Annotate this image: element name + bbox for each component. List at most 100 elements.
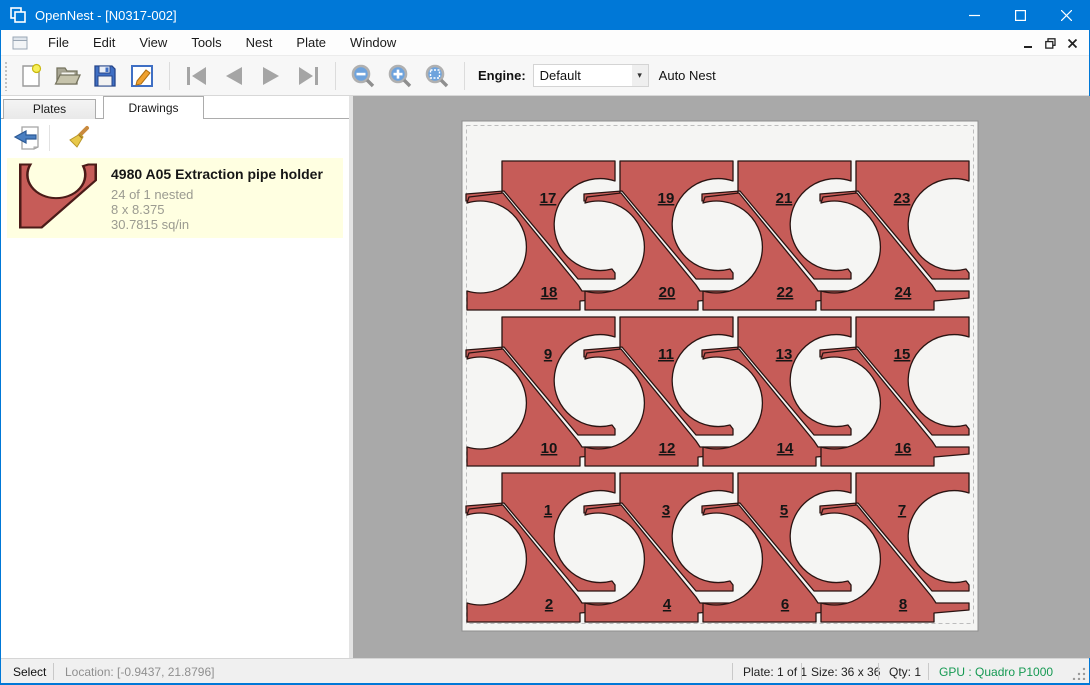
status-separator <box>928 663 929 680</box>
edit-nest-button[interactable] <box>127 61 157 91</box>
edit-icon <box>129 63 155 89</box>
open-folder-icon <box>54 63 82 89</box>
part-number-label: 21 <box>776 190 793 207</box>
drawing-nested-count: 24 of 1 nested <box>111 187 193 202</box>
part-number-label: 1 <box>544 502 552 519</box>
part-number-label: 23 <box>894 190 911 207</box>
part-number-label: 4 <box>663 596 672 613</box>
part-number-label: 15 <box>894 346 911 363</box>
drawing-size: 8 x 8.375 <box>111 202 165 217</box>
engine-value: Default <box>534 68 632 83</box>
mdi-child-icon <box>12 36 28 50</box>
part-number-label: 13 <box>776 346 793 363</box>
part-number-label: 17 <box>540 190 557 207</box>
tab-plates[interactable]: Plates <box>3 99 96 119</box>
part-number-label: 24 <box>895 284 912 301</box>
menu-tools[interactable]: Tools <box>179 30 233 55</box>
tab-strip: Plates Drawings <box>1 96 349 119</box>
part-number-label: 3 <box>662 502 670 519</box>
status-bar: Select Location: [-0.9437, 21.8796] Plat… <box>1 658 1089 683</box>
close-button[interactable] <box>1043 0 1089 30</box>
previous-plate-button[interactable] <box>219 61 249 91</box>
drawing-title: 4980 A05 Extraction pipe holder <box>111 166 323 182</box>
auto-nest-button[interactable]: Auto Nest <box>659 68 716 83</box>
status-mode: Select <box>13 665 46 679</box>
part-number-label: 19 <box>658 190 675 207</box>
nest-canvas[interactable]: 171819202122232491011121314151612345678 <box>353 96 1090 658</box>
application-window: OpenNest - [N0317-002] File Edit View To… <box>0 0 1090 685</box>
status-separator <box>878 663 879 680</box>
menu-edit[interactable]: Edit <box>81 30 127 55</box>
zoom-out-button[interactable] <box>348 61 378 91</box>
menu-plate[interactable]: Plate <box>284 30 338 55</box>
part-number-label: 7 <box>898 502 906 519</box>
title-bar[interactable]: OpenNest - [N0317-002] <box>1 0 1089 30</box>
part-number-label: 14 <box>777 440 794 457</box>
new-file-icon <box>18 63 44 89</box>
last-plate-button[interactable] <box>293 61 323 91</box>
mdi-minimize-icon <box>1024 39 1033 48</box>
import-drawing-button[interactable] <box>11 124 43 152</box>
menu-file[interactable]: File <box>36 30 81 55</box>
part-number-label: 2 <box>545 596 553 613</box>
first-plate-button[interactable] <box>182 61 212 91</box>
part-number-label: 11 <box>658 346 674 363</box>
app-icon <box>10 7 26 23</box>
part-number-label: 20 <box>659 284 676 301</box>
toolbar-separator <box>169 62 170 90</box>
maximize-icon <box>1015 10 1026 21</box>
zoom-in-icon <box>387 63 413 89</box>
mdi-restore-icon <box>1045 38 1056 49</box>
side-panel: Plates Drawings <box>1 96 349 658</box>
maximize-button[interactable] <box>997 0 1043 30</box>
menu-nest[interactable]: Nest <box>234 30 285 55</box>
part-thumbnail <box>19 163 97 229</box>
status-gpu: GPU : Quadro P1000 <box>939 665 1053 679</box>
drawings-toolbar <box>1 119 349 156</box>
mdi-close-button[interactable] <box>1061 33 1083 53</box>
part-number-label: 22 <box>777 284 794 301</box>
drawing-list-item[interactable]: 4980 A05 Extraction pipe holder 24 of 1 … <box>7 158 343 238</box>
next-plate-button[interactable] <box>256 61 286 91</box>
go-first-icon <box>184 65 210 87</box>
zoom-in-button[interactable] <box>385 61 415 91</box>
part-number-label: 9 <box>544 346 552 363</box>
resize-grip[interactable] <box>1072 666 1086 680</box>
broom-icon <box>65 125 91 151</box>
main-area: Plates Drawings <box>1 96 1089 658</box>
part-number-label: 5 <box>780 502 788 519</box>
engine-combobox[interactable]: Default ▾ <box>533 64 649 87</box>
part-number-label: 8 <box>899 596 907 613</box>
status-qty: Qty: 1 <box>889 665 921 679</box>
toolbar-separator <box>335 62 336 90</box>
part-number-label: 16 <box>895 440 912 457</box>
part-number-label: 12 <box>659 440 676 457</box>
part-number-label: 6 <box>781 596 789 613</box>
minimize-button[interactable] <box>951 0 997 30</box>
open-button[interactable] <box>53 61 83 91</box>
tab-drawings[interactable]: Drawings <box>103 96 204 119</box>
go-next-icon <box>258 65 284 87</box>
mdi-restore-button[interactable] <box>1039 33 1061 53</box>
new-button[interactable] <box>16 61 46 91</box>
go-last-icon <box>295 65 321 87</box>
mdi-minimize-button[interactable] <box>1017 33 1039 53</box>
zoom-fit-button[interactable] <box>422 61 452 91</box>
plate-view: 171819202122232491011121314151612345678 <box>353 96 1090 658</box>
toolbar-separator <box>464 62 465 90</box>
menu-window[interactable]: Window <box>338 30 408 55</box>
part-number-label: 18 <box>541 284 558 301</box>
chevron-down-icon[interactable]: ▾ <box>632 65 648 86</box>
save-button[interactable] <box>90 61 120 91</box>
mdi-close-icon <box>1068 39 1077 48</box>
main-toolbar: Engine: Default ▾ Auto Nest <box>1 56 1089 96</box>
menu-view[interactable]: View <box>127 30 179 55</box>
status-location: Location: [-0.9437, 21.8796] <box>65 665 214 679</box>
import-drawing-icon <box>13 125 41 151</box>
status-separator <box>53 663 54 680</box>
close-icon <box>1061 10 1072 21</box>
zoom-out-icon <box>350 63 376 89</box>
toolbar-grip[interactable] <box>4 61 9 91</box>
clear-drawings-button[interactable] <box>62 124 94 152</box>
window-title: OpenNest - [N0317-002] <box>35 8 177 23</box>
